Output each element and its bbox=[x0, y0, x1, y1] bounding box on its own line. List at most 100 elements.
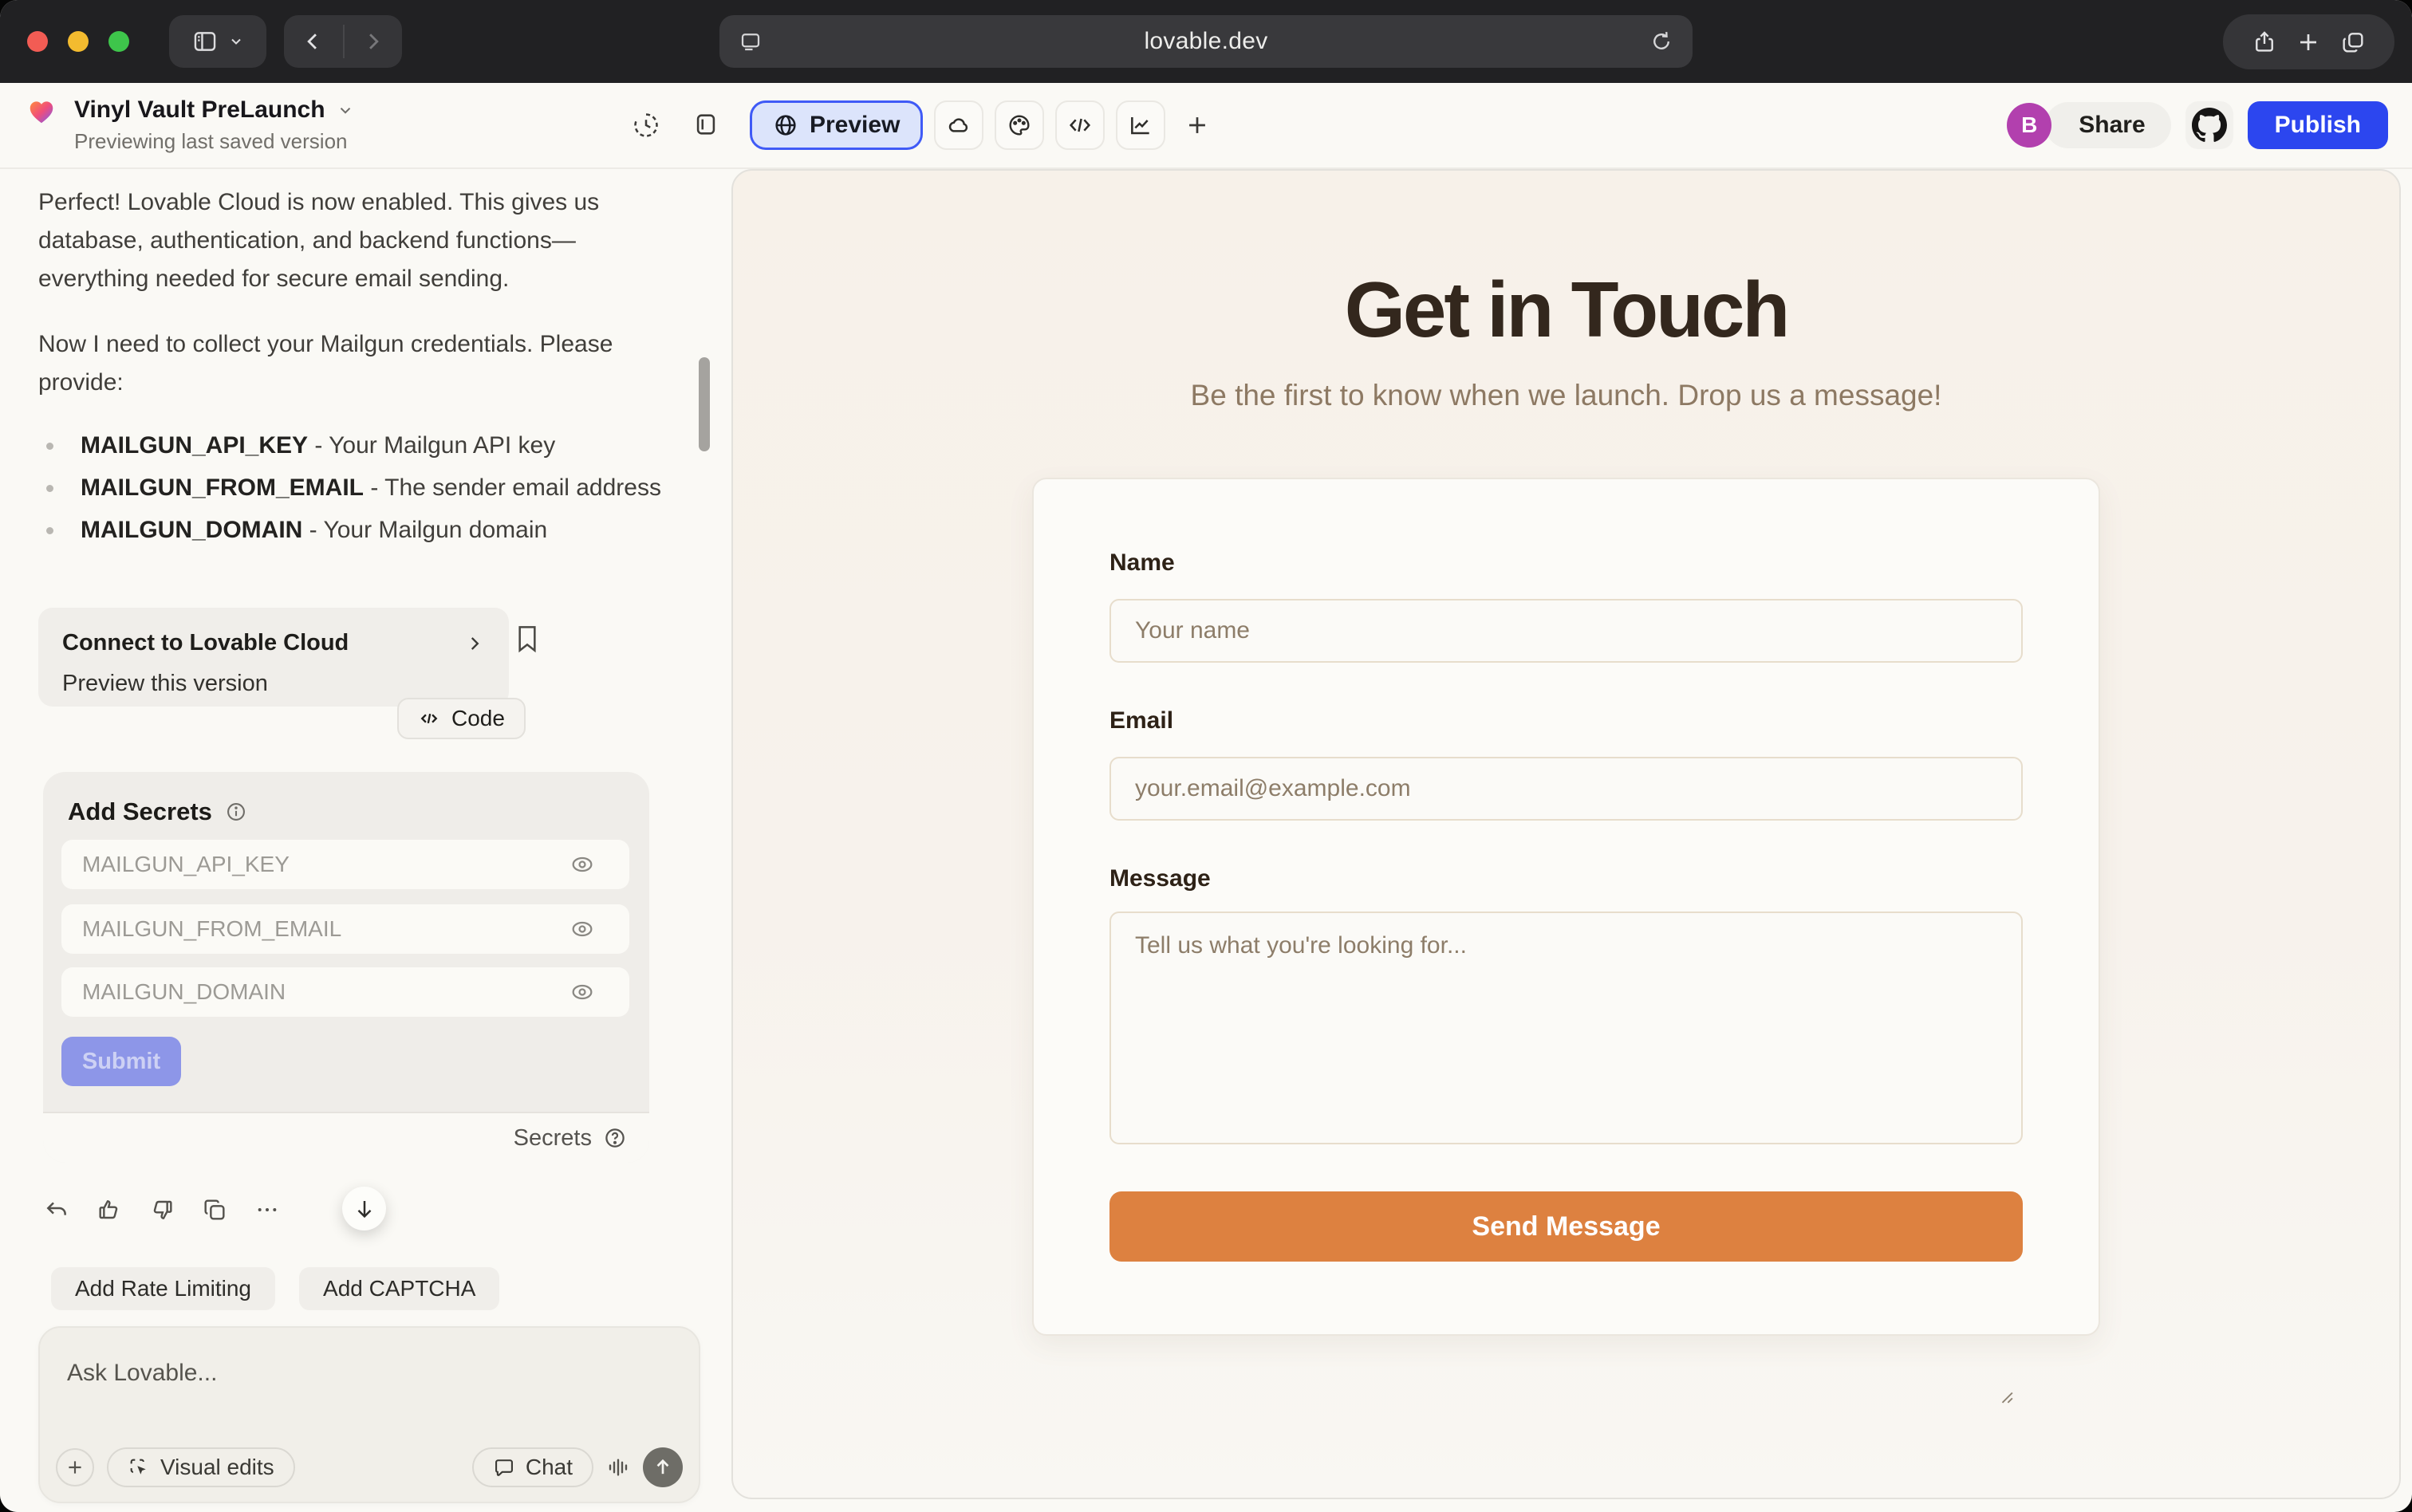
chevron-down-icon bbox=[337, 101, 354, 119]
preview-label: Preview bbox=[810, 112, 900, 139]
arrow-down-icon bbox=[353, 1197, 376, 1221]
share-icon[interactable] bbox=[2252, 30, 2277, 55]
resize-handle-icon[interactable] bbox=[1998, 1388, 2016, 1406]
chat-mode-button[interactable]: Chat bbox=[472, 1447, 593, 1487]
secrets-title: Add Secrets bbox=[68, 797, 212, 826]
assistant-message: Perfect! Lovable Cloud is now enabled. T… bbox=[38, 183, 678, 298]
reload-icon[interactable] bbox=[1649, 30, 1673, 53]
composer[interactable]: Ask Lovable... Visual edits Chat bbox=[38, 1326, 700, 1503]
code-icon bbox=[1067, 112, 1093, 138]
assistant-message: Now I need to collect your Mailgun crede… bbox=[38, 325, 678, 402]
visual-edits-label: Visual edits bbox=[160, 1455, 274, 1480]
address-bar[interactable]: lovable.dev bbox=[719, 15, 1693, 68]
page-subtitle: Be the first to know when we launch. Dro… bbox=[733, 379, 2399, 412]
list-item: MAILGUN_API_KEY - Your Mailgun API key bbox=[38, 432, 692, 459]
code-icon bbox=[418, 707, 440, 730]
github-button[interactable] bbox=[2185, 101, 2233, 149]
eye-icon[interactable] bbox=[570, 979, 595, 1005]
bullet-icon bbox=[46, 527, 53, 534]
composer-input[interactable]: Ask Lovable... bbox=[67, 1360, 217, 1387]
version-card-subtitle: Preview this version bbox=[62, 671, 485, 697]
add-tab-button[interactable] bbox=[1176, 104, 1218, 146]
github-icon bbox=[2192, 108, 2227, 143]
avatar[interactable]: B bbox=[2007, 103, 2051, 148]
browser-chrome: lovable.dev bbox=[0, 0, 2412, 83]
list-item: MAILGUN_FROM_EMAIL - The sender email ad… bbox=[38, 474, 692, 502]
visual-edits-icon bbox=[128, 1456, 150, 1479]
copy-icon[interactable] bbox=[201, 1196, 228, 1223]
traffic-lights bbox=[27, 31, 129, 52]
close-window-button[interactable] bbox=[27, 31, 48, 52]
version-card-title: Connect to Lovable Cloud bbox=[62, 630, 349, 656]
suggestion-add-rate-limiting[interactable]: Add Rate Limiting bbox=[51, 1267, 275, 1310]
thumbs-up-icon[interactable] bbox=[96, 1196, 123, 1223]
chart-icon bbox=[1128, 112, 1153, 138]
palette-icon bbox=[1007, 112, 1032, 138]
new-tab-icon[interactable] bbox=[2296, 30, 2321, 55]
email-field[interactable] bbox=[1109, 757, 2023, 821]
panel-icon[interactable] bbox=[692, 111, 719, 140]
sidebar-toggle-button[interactable] bbox=[169, 15, 266, 68]
analytics-button[interactable] bbox=[1116, 100, 1165, 150]
send-prompt-button[interactable] bbox=[643, 1447, 683, 1487]
eye-icon[interactable] bbox=[570, 852, 595, 877]
help-icon[interactable] bbox=[603, 1126, 627, 1150]
globe-icon bbox=[773, 112, 798, 138]
chevron-right-icon bbox=[464, 633, 485, 654]
preview-pane: Get in Touch Be the first to know when w… bbox=[731, 169, 2401, 1499]
code-toggle-button[interactable]: Code bbox=[397, 698, 526, 739]
page-title: Get in Touch bbox=[733, 265, 2399, 355]
version-card[interactable]: Connect to Lovable Cloud Preview this ve… bbox=[38, 608, 509, 707]
suggestion-add-captcha[interactable]: Add CAPTCHA bbox=[299, 1267, 499, 1310]
list-item: MAILGUN_DOMAIN - Your Mailgun domain bbox=[38, 517, 692, 544]
scrollbar[interactable] bbox=[699, 357, 710, 451]
email-label: Email bbox=[1109, 707, 2023, 734]
info-icon[interactable] bbox=[225, 801, 247, 823]
eye-icon[interactable] bbox=[570, 916, 595, 942]
page-settings-icon[interactable] bbox=[739, 30, 763, 53]
publish-button[interactable]: Publish bbox=[2248, 101, 2388, 149]
share-button[interactable]: Share bbox=[2045, 102, 2170, 148]
history-icon[interactable] bbox=[632, 111, 660, 140]
tab-overview-icon[interactable] bbox=[2340, 30, 2366, 55]
thumbs-down-icon[interactable] bbox=[148, 1196, 175, 1223]
secret-input-mailgun-api-key[interactable] bbox=[61, 840, 629, 889]
message-field[interactable] bbox=[1109, 912, 2023, 1144]
name-label: Name bbox=[1109, 549, 2023, 577]
project-menu[interactable]: Vinyl Vault PreLaunch Previewing last sa… bbox=[26, 96, 354, 154]
voice-input-icon[interactable] bbox=[606, 1455, 630, 1479]
suggestion-chips: Add Rate Limiting Add CAPTCHA bbox=[51, 1267, 499, 1310]
secrets-footer-label: Secrets bbox=[514, 1125, 592, 1152]
chat-mode-label: Chat bbox=[526, 1455, 573, 1480]
zoom-window-button[interactable] bbox=[108, 31, 129, 52]
forward-button[interactable] bbox=[343, 30, 402, 53]
secret-input-mailgun-domain[interactable] bbox=[61, 967, 629, 1017]
secret-input-mailgun-from-email[interactable] bbox=[61, 904, 629, 954]
preview-tab-button[interactable]: Preview bbox=[750, 100, 923, 150]
minimize-window-button[interactable] bbox=[68, 31, 89, 52]
attach-button[interactable] bbox=[56, 1448, 94, 1486]
visual-edits-button[interactable]: Visual edits bbox=[107, 1447, 295, 1487]
cloud-icon bbox=[946, 112, 972, 138]
cloud-button[interactable] bbox=[934, 100, 983, 150]
scroll-to-bottom-button[interactable] bbox=[342, 1187, 386, 1230]
name-field[interactable] bbox=[1109, 599, 2023, 663]
send-message-button[interactable]: Send Message bbox=[1109, 1191, 2023, 1262]
code-label: Code bbox=[451, 706, 505, 731]
add-secrets-panel: Add Secrets Submit Secrets bbox=[43, 772, 649, 1163]
back-button[interactable] bbox=[284, 30, 343, 53]
theme-button[interactable] bbox=[995, 100, 1044, 150]
more-options-icon[interactable] bbox=[254, 1196, 281, 1223]
code-view-button[interactable] bbox=[1055, 100, 1105, 150]
message-actions bbox=[43, 1196, 281, 1223]
arrow-up-icon bbox=[652, 1456, 674, 1479]
submit-secrets-button[interactable]: Submit bbox=[61, 1037, 181, 1086]
project-title: Vinyl Vault PreLaunch bbox=[74, 96, 325, 124]
preview-toolbar: Preview bbox=[750, 100, 1218, 150]
url-text: lovable.dev bbox=[719, 28, 1693, 55]
bookmark-icon[interactable] bbox=[514, 624, 540, 654]
lovable-logo-icon bbox=[26, 96, 57, 127]
chat-panel: Perfect! Lovable Cloud is now enabled. T… bbox=[0, 169, 731, 1512]
undo-icon[interactable] bbox=[43, 1196, 70, 1223]
bullet-icon bbox=[46, 485, 53, 492]
